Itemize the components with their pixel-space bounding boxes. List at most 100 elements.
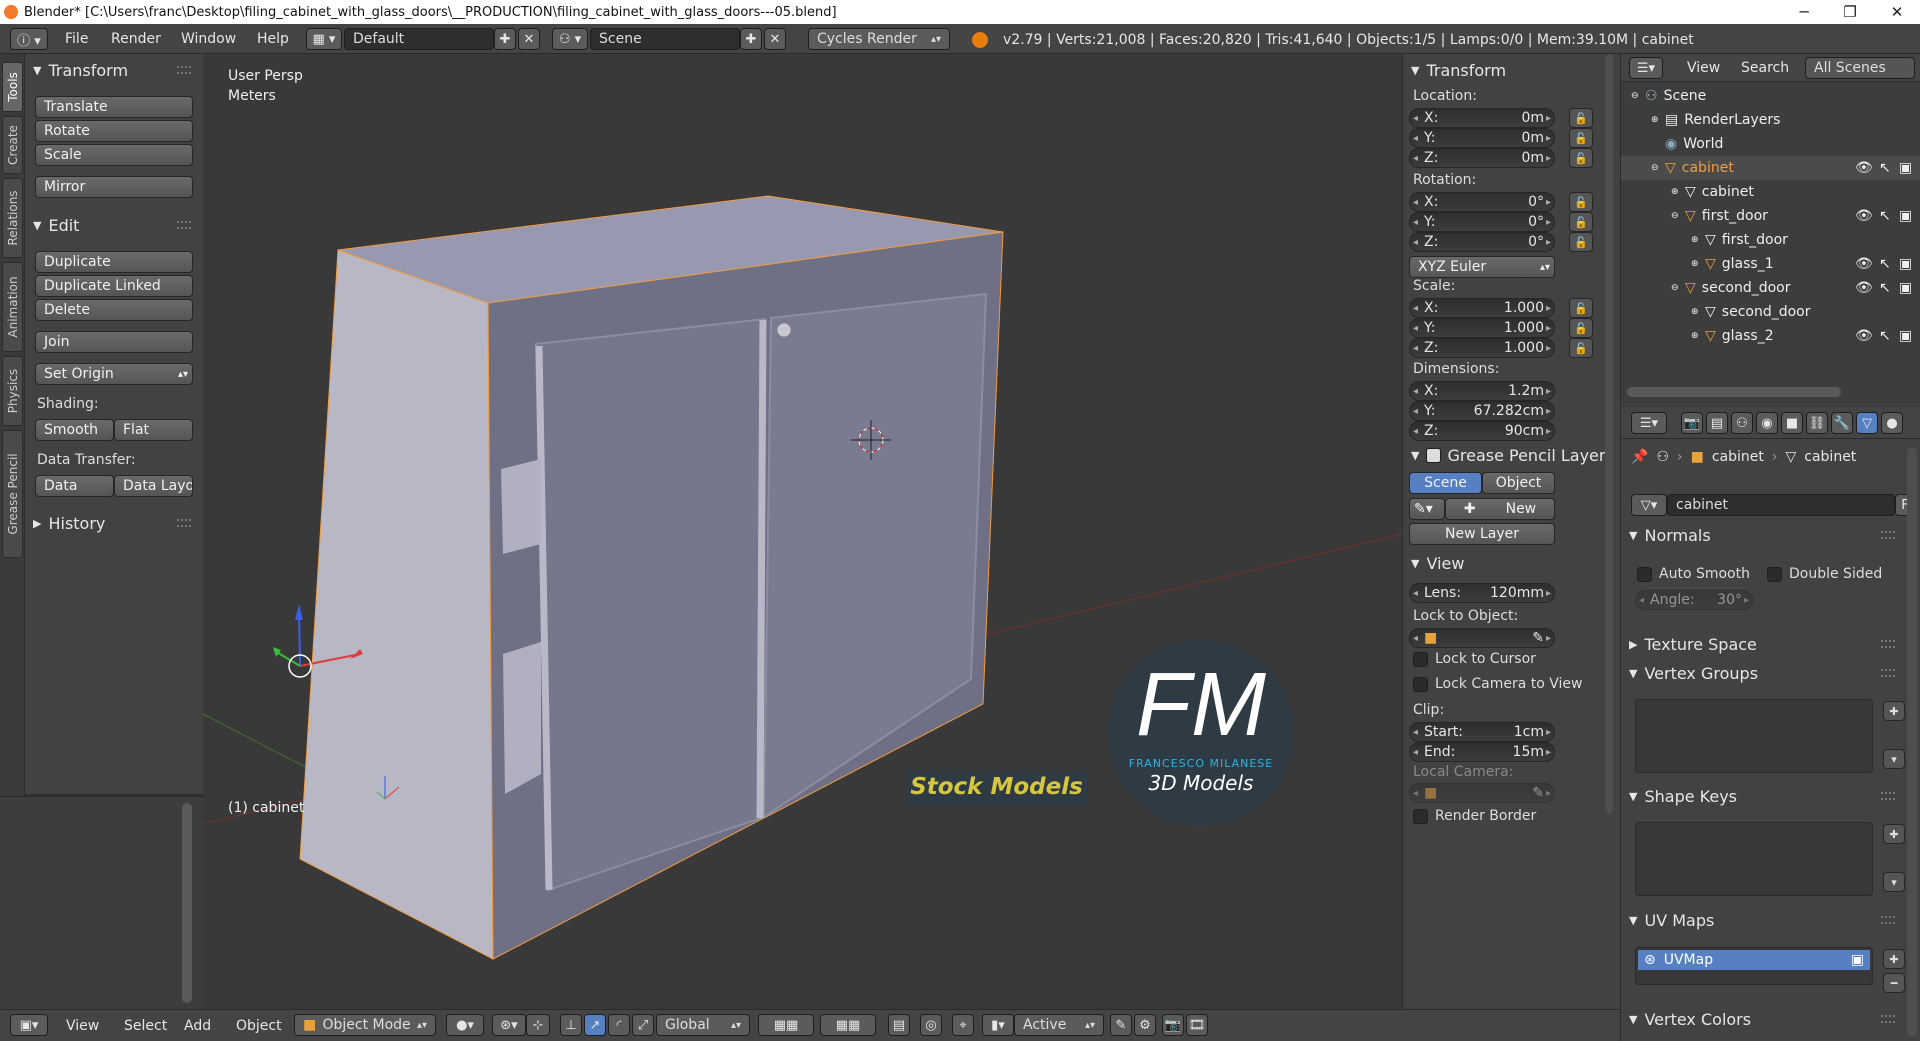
- outliner-row-cabinet-mesh[interactable]: ⊕ ▽ cabinet: [1621, 180, 1920, 204]
- translate-manipulator-icon[interactable]: ⊥: [560, 1014, 582, 1036]
- normals-panel-header[interactable]: ▼ Normals: [1629, 524, 1711, 546]
- vertex-groups-panel-header[interactable]: ▼ Vertex Groups: [1629, 662, 1758, 684]
- mesh-name-field[interactable]: cabinet: [1667, 494, 1895, 516]
- shape-keys-panel-header[interactable]: ▼ Shape Keys: [1629, 785, 1737, 807]
- layer-buttons-a[interactable]: ▦▦: [758, 1014, 814, 1036]
- cursor-icon[interactable]: ↖: [1879, 256, 1891, 272]
- panel-grip-icon[interactable]: [177, 66, 191, 74]
- editor-type-icon[interactable]: ▣▾: [10, 1014, 48, 1036]
- scrollbar[interactable]: [182, 803, 192, 1003]
- tab-animation[interactable]: Animation: [2, 262, 23, 352]
- duplicate-button[interactable]: Duplicate: [35, 251, 193, 273]
- panel-grip-icon[interactable]: [1881, 640, 1895, 648]
- pivot-point-icon[interactable]: ⊛▾: [492, 1014, 526, 1036]
- outliner-row-second-door[interactable]: ⊖ ▽ second_door 👁 ↖ ▣: [1621, 276, 1920, 300]
- outliner-view-menu[interactable]: View: [1687, 60, 1720, 76]
- add-icon[interactable]: ✚: [1883, 949, 1905, 969]
- scrollbar[interactable]: [1627, 387, 1841, 397]
- maximize-icon[interactable]: ❐: [1827, 0, 1873, 24]
- panel-grip-icon[interactable]: [1881, 669, 1895, 677]
- world-tab-icon[interactable]: ◉: [1756, 412, 1778, 434]
- outliner-row-cabinet[interactable]: ⊖ ▽ cabinet 👁 ↖ ▣: [1621, 156, 1920, 180]
- object-tab-icon[interactable]: ■: [1781, 412, 1803, 434]
- scale-z-field[interactable]: Z: 1.000: [1409, 338, 1555, 358]
- rotation-z-field[interactable]: Z: 0°: [1409, 232, 1555, 252]
- render-engine-dropdown[interactable]: Cycles Render ▴▾: [808, 28, 950, 50]
- eye-icon[interactable]: 👁: [1855, 256, 1873, 272]
- menu-add[interactable]: Add: [184, 1015, 211, 1037]
- mirror-button[interactable]: Mirror: [35, 176, 193, 198]
- dimension-y-field[interactable]: Y: 67.282cm: [1409, 401, 1555, 421]
- snap-toggle-icon[interactable]: ⌖: [952, 1014, 974, 1036]
- lens-field[interactable]: Lens: 120mm: [1409, 583, 1555, 603]
- remove-icon[interactable]: ━: [1883, 973, 1905, 993]
- menu-file[interactable]: File: [54, 31, 99, 47]
- panel-grip-icon[interactable]: [1881, 792, 1895, 800]
- close-icon[interactable]: ✕: [1874, 0, 1920, 24]
- tab-tools[interactable]: Tools: [2, 62, 23, 112]
- menu-view[interactable]: View: [66, 1015, 99, 1037]
- join-button[interactable]: Join: [35, 331, 193, 353]
- manipulator-toggle-icon[interactable]: ⊹: [526, 1014, 550, 1036]
- render-icon[interactable]: ▣: [1899, 280, 1912, 296]
- location-y-field[interactable]: Y: 0m: [1409, 128, 1555, 148]
- render-icon[interactable]: ▣: [1899, 208, 1912, 224]
- outliner-search-menu[interactable]: Search: [1741, 60, 1789, 76]
- transform-panel-header[interactable]: ▼ Transform: [33, 59, 128, 81]
- arc-manipulator-icon[interactable]: ◜: [608, 1014, 630, 1036]
- outliner-row-second-door-mesh[interactable]: ⊕ ▽ second_door: [1621, 300, 1920, 324]
- orientation-dropdown[interactable]: Global ▴▾: [656, 1014, 750, 1036]
- viewport-shading-icon[interactable]: ●▾: [446, 1014, 484, 1036]
- outliner-row-first-door-mesh[interactable]: ⊕ ▽ first_door: [1621, 228, 1920, 252]
- scale-y-field[interactable]: Y: 1.000: [1409, 318, 1555, 338]
- render-icon[interactable]: ▣: [1899, 328, 1912, 344]
- project-icon[interactable]: ⚙: [1134, 1014, 1156, 1036]
- panel-grip-icon[interactable]: [177, 519, 191, 527]
- location-z-field[interactable]: Z: 0m: [1409, 148, 1555, 168]
- menu-down-icon[interactable]: ▾: [1883, 872, 1905, 892]
- rotation-y-field[interactable]: Y: 0°: [1409, 212, 1555, 232]
- add-icon[interactable]: ✚: [1883, 701, 1905, 721]
- lock-to-cursor-checkbox[interactable]: [1413, 652, 1428, 667]
- gp-scene-toggle[interactable]: Scene: [1409, 472, 1482, 494]
- expand-icon[interactable]: ⊕: [1671, 187, 1685, 197]
- menu-down-icon[interactable]: ▾: [1883, 749, 1905, 769]
- screen-layout-field[interactable]: Default: [344, 28, 494, 50]
- edit-panel-header[interactable]: ▼ Edit: [33, 214, 79, 236]
- material-tab-icon[interactable]: ●: [1881, 412, 1903, 434]
- eye-icon[interactable]: 👁: [1855, 328, 1873, 344]
- grease-pencil-checkbox[interactable]: [1426, 447, 1442, 463]
- clip-end-field[interactable]: End: 15m: [1409, 742, 1555, 762]
- collapse-icon[interactable]: ⊖: [1651, 163, 1665, 173]
- outliner-row-renderlayers[interactable]: ⊕ ▤ RenderLayers: [1621, 108, 1920, 132]
- snap-element-icon[interactable]: ▮▾: [982, 1014, 1014, 1036]
- lock-object-field[interactable]: ■✎: [1409, 628, 1555, 648]
- layer-buttons-b[interactable]: ▦▦: [820, 1014, 876, 1036]
- display-mode-dropdown[interactable]: All Scenes: [1805, 57, 1915, 79]
- clip-start-field[interactable]: Start: 1cm: [1409, 722, 1555, 742]
- rotate-button[interactable]: Rotate: [35, 120, 193, 142]
- dimension-x-field[interactable]: X: 1.2m: [1409, 381, 1555, 401]
- rotate-manipulator-icon[interactable]: ↗: [584, 1014, 606, 1036]
- flat-button[interactable]: Flat: [114, 419, 193, 441]
- tab-grease-pencil[interactable]: Grease Pencil: [2, 430, 23, 558]
- smooth-button[interactable]: Smooth: [35, 419, 114, 441]
- align-rotation-icon[interactable]: ✎: [1110, 1014, 1132, 1036]
- grease-pencil-panel-header[interactable]: ▼ Grease Pencil Layer: [1411, 444, 1605, 466]
- eyedropper-icon[interactable]: ✎: [1532, 630, 1544, 646]
- pin-icon[interactable]: 📌: [1631, 449, 1648, 465]
- expand-icon[interactable]: ⊕: [1691, 235, 1705, 245]
- proportional-edit-icon[interactable]: ◎: [920, 1014, 942, 1036]
- local-camera-field[interactable]: ■✎: [1409, 783, 1555, 803]
- panel-grip-icon[interactable]: [1881, 531, 1895, 539]
- outliner-row-world[interactable]: ◉ World: [1621, 132, 1920, 156]
- rotation-mode-dropdown[interactable]: XYZ Euler ▴▾: [1409, 256, 1555, 278]
- mode-dropdown[interactable]: ■ Object Mode ▴▾: [294, 1014, 436, 1036]
- uv-map-item[interactable]: ⊛ UVMap ▣: [1638, 950, 1870, 970]
- gp-new-button[interactable]: ✚ New: [1445, 498, 1555, 520]
- lock-icon[interactable]: 🔓: [1569, 338, 1593, 358]
- vertex-colors-panel-header[interactable]: ▼ Vertex Colors: [1629, 1008, 1751, 1030]
- history-panel-header[interactable]: ▶ History: [33, 512, 105, 534]
- set-origin-dropdown[interactable]: Set Origin ▴▾: [35, 363, 193, 385]
- add-scene-icon[interactable]: ✚: [740, 28, 762, 50]
